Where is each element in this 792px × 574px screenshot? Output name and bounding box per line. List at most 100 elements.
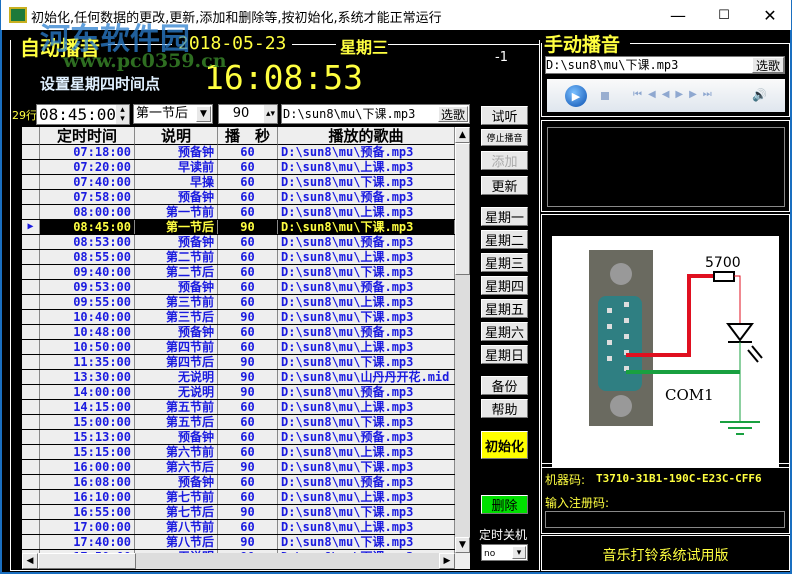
manual-path-field[interactable]: D:\sun8\mu\下课.mp3 选歌 [545,56,785,74]
update-button[interactable]: 更新 [481,176,528,195]
table-row[interactable]: ▶ 08:45:00 第一节后 90 D:\sun8\mu\下课.mp3 [22,220,455,235]
table-row[interactable]: 08:00:00 第一节前 60 D:\sun8\mu\上课.mp3 [22,205,455,220]
volume-icon[interactable]: 🔊 [752,88,767,102]
row-indicator[interactable] [22,160,40,174]
row-indicator[interactable] [22,520,40,534]
stop-icon[interactable] [601,92,609,100]
thursday-button[interactable]: 星期四 [481,276,528,295]
table-row[interactable]: 15:00:00 第五节后 60 D:\sun8\mu\下课.mp3 [22,415,455,430]
backup-button[interactable]: 备份 [481,376,528,395]
table-row[interactable]: 15:13:00 预备钟 60 D:\sun8\mu\预备.mp3 [22,430,455,445]
table-row[interactable]: 10:40:00 第三节后 90 D:\sun8\mu\下课.mp3 [22,310,455,325]
scroll-thumb[interactable] [455,143,470,275]
row-indicator[interactable] [22,325,40,339]
register-code-input[interactable] [545,511,785,528]
play-icon[interactable]: ▶ [565,85,587,107]
row-indicator[interactable] [22,340,40,354]
sunday-button[interactable]: 星期日 [481,345,528,364]
table-row[interactable]: 16:00:00 第六节后 90 D:\sun8\mu\下课.mp3 [22,460,455,475]
init-button[interactable]: 初始化 [481,431,528,459]
table-row[interactable]: 17:00:00 第八节前 60 D:\sun8\mu\上课.mp3 [22,520,455,535]
row-indicator[interactable] [22,445,40,459]
monday-button[interactable]: 星期一 [481,207,528,226]
table-row[interactable]: 07:58:00 预备钟 60 D:\sun8\mu\预备.mp3 [22,190,455,205]
table-row[interactable]: 09:53:00 预备钟 60 D:\sun8\mu\预备.mp3 [22,280,455,295]
row-indicator[interactable] [22,235,40,249]
time-value[interactable]: 08:45:00 [37,105,116,124]
row-indicator[interactable] [22,205,40,219]
listen-button[interactable]: 试听 [481,106,528,125]
row-indicator[interactable] [22,190,40,204]
add-button[interactable]: 添加 [481,151,528,170]
table-row[interactable]: 14:00:00 无说明 90 D:\sun8\mu\预备.mp3 [22,385,455,400]
table-row[interactable]: 09:55:00 第三节前 60 D:\sun8\mu\上课.mp3 [22,295,455,310]
horizontal-scrollbar[interactable]: ◀ ▶ [22,553,455,569]
scroll-down-button[interactable]: ▼ [455,537,470,553]
table-row[interactable]: 17:40:00 第八节后 90 D:\sun8\mu\下课.mp3 [22,535,455,550]
table-row[interactable]: 16:55:00 第七节后 90 D:\sun8\mu\下课.mp3 [22,505,455,520]
row-indicator[interactable] [22,280,40,294]
spin-arrows[interactable]: ▴▾ [264,105,277,123]
header-seconds[interactable]: 播 秒 [218,127,278,145]
saturday-button[interactable]: 星期六 [481,322,528,341]
table-row[interactable]: 07:40:00 早操 60 D:\sun8\mu\下课.mp3 [22,175,455,190]
transport-icons[interactable]: ⏮◀◀▶▶⏭ [633,89,718,100]
row-indicator[interactable] [22,265,40,279]
wednesday-button[interactable]: 星期三 [481,253,528,272]
table-row[interactable]: 10:48:00 预备钟 60 D:\sun8\mu\预备.mp3 [22,325,455,340]
scroll-left-button[interactable]: ◀ [22,553,38,569]
maximize-button[interactable]: ☐ [701,0,747,30]
time-spinner[interactable]: 08:45:00 ▴ ▾ [36,104,130,125]
minimize-button[interactable]: — [655,0,701,30]
row-indicator[interactable] [22,295,40,309]
manual-choose-button[interactable]: 选歌 [752,57,784,73]
row-indicator[interactable] [22,355,40,369]
row-indicator[interactable] [22,385,40,399]
table-row[interactable]: 11:35:00 第四节后 90 D:\sun8\mu\下课.mp3 [22,355,455,370]
description-combo[interactable]: 第一节后 ▼ [133,104,213,124]
seconds-value[interactable]: 90 [219,105,263,123]
friday-button[interactable]: 星期五 [481,299,528,318]
shutdown-select[interactable]: no ▾ [481,544,528,561]
table-row[interactable]: 10:50:00 第四节前 60 D:\sun8\mu\上课.mp3 [22,340,455,355]
tuesday-button[interactable]: 星期二 [481,230,528,249]
row-pointer-icon[interactable]: ▶ [22,220,40,234]
row-indicator[interactable] [22,400,40,414]
row-indicator[interactable] [22,505,40,519]
chevron-down-icon[interactable]: ▼ [196,106,211,122]
header-desc[interactable]: 说明 [135,127,218,145]
table-row[interactable]: 15:15:00 第六节前 60 D:\sun8\mu\上课.mp3 [22,445,455,460]
table-row[interactable]: 08:55:00 第二节前 60 D:\sun8\mu\上课.mp3 [22,250,455,265]
header-song[interactable]: 播放的歌曲 [278,127,455,145]
row-indicator[interactable] [22,250,40,264]
chevron-down-icon[interactable]: ▾ [512,546,526,559]
table-row[interactable]: 09:40:00 第二节后 60 D:\sun8\mu\下课.mp3 [22,265,455,280]
row-indicator[interactable] [22,430,40,444]
row-indicator[interactable] [22,310,40,324]
table-row[interactable]: 13:30:00 无说明 90 D:\sun8\mu\山丹丹开花.mid [22,370,455,385]
row-indicator[interactable] [22,535,40,549]
scroll-up-button[interactable]: ▲ [455,127,470,143]
row-indicator[interactable] [22,460,40,474]
row-indicator[interactable] [22,415,40,429]
stop-button[interactable]: 停止播音 [481,129,528,146]
row-indicator[interactable] [22,475,40,489]
row-indicator[interactable] [22,490,40,504]
choose-song-button[interactable]: 选歌 [438,106,468,122]
song-path-field[interactable]: D:\sun8\mu\下课.mp3 选歌 [281,104,470,124]
row-indicator[interactable] [22,370,40,384]
spin-arrows[interactable]: ▴▾ [116,105,129,124]
hscroll-thumb[interactable] [38,553,136,569]
table-row[interactable]: 16:10:00 第七节前 60 D:\sun8\mu\上课.mp3 [22,490,455,505]
help-button[interactable]: 帮助 [481,399,528,418]
close-button[interactable]: ✕ [747,0,792,30]
table-row[interactable]: 07:20:00 早读前 60 D:\sun8\mu\上课.mp3 [22,160,455,175]
table-row[interactable]: 16:08:00 预备钟 60 D:\sun8\mu\预备.mp3 [22,475,455,490]
delete-button[interactable]: 删除 [481,495,528,514]
table-row[interactable]: 08:53:00 预备钟 60 D:\sun8\mu\预备.mp3 [22,235,455,250]
row-indicator[interactable] [22,145,40,159]
vertical-scrollbar[interactable]: ▲ ▼ [455,127,470,553]
seconds-spinner[interactable]: 90 ▴▾ [218,104,278,124]
row-indicator[interactable] [22,175,40,189]
scroll-right-button[interactable]: ▶ [439,553,455,569]
